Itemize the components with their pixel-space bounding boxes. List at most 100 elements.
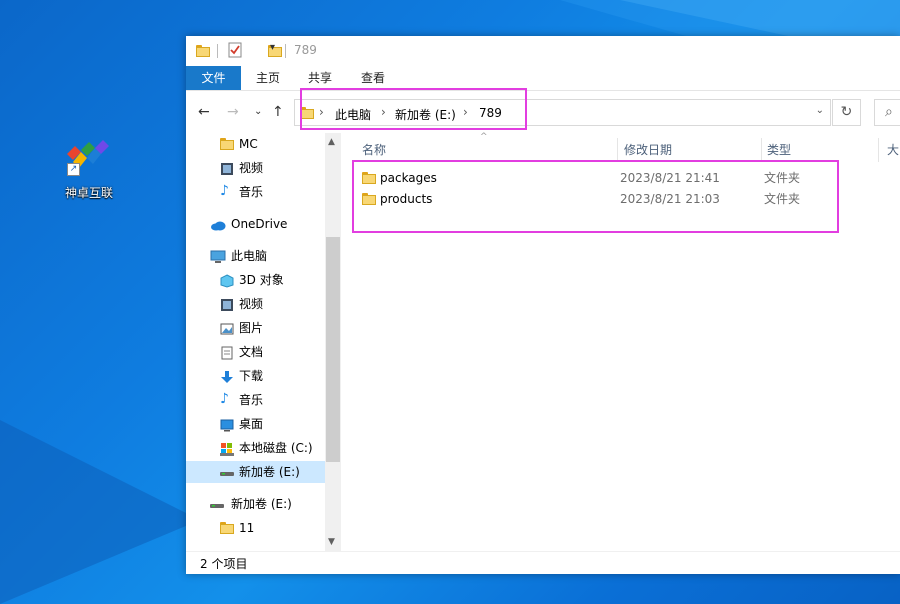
sidebar-item-label: 本地磁盘 (C:) [239,441,313,455]
desktop-icon-label: 神卓互联 [64,186,113,200]
title-bar: ▾ 789 [186,36,900,66]
breadcrumb-chevron-icon[interactable]: › [463,105,468,119]
sidebar-item-label: 视频 [239,297,264,311]
back-arrow-icon[interactable]: ← [198,104,210,120]
navigation-pane: MC 视频 ♪ 音乐 OneDrive 此电脑 3D 对象 视频 图片 文档 下… [186,133,325,548]
sidebar-item-label: 桌面 [239,417,264,431]
desktop-shortcut-shenzhuo[interactable]: ↗ 神卓互联 [52,140,126,201]
sidebar-item-documents[interactable]: 文档 [186,341,325,363]
sidebar-item-label: 音乐 [239,185,264,199]
properties-check-icon[interactable] [228,42,242,58]
sidebar-item-onedrive[interactable]: OneDrive [186,213,325,235]
file-name: products [380,192,433,206]
sidebar-item-videos-2[interactable]: 视频 [186,293,325,315]
folder-icon [300,107,314,119]
breadcrumb-789[interactable]: 789 [479,106,502,120]
toolbar-separator [217,44,218,58]
customize-quick-access-icon[interactable]: ▾ [270,42,275,58]
file-date-modified: 2023/8/21 21:41 [620,171,720,185]
desktop-icon [220,417,234,432]
sidebar-item-3d-objects[interactable]: 3D 对象 [186,269,325,291]
sidebar-item-music-2[interactable]: ♪ 音乐 [186,389,325,411]
sidebar-item-label: MC [239,137,258,151]
sidebar-item-desktop[interactable]: 桌面 [186,413,325,435]
download-icon [220,369,234,383]
sidebar-item-label: 下载 [239,369,264,383]
sidebar-item-label: 图片 [239,321,264,335]
sidebar-item-this-pc[interactable]: 此电脑 [186,245,325,267]
tab-view[interactable]: 查看 [361,66,385,90]
refresh-icon: ↻ [840,104,853,120]
column-divider[interactable] [761,138,762,162]
sidebar-item-new-volume-e-root[interactable]: 新加卷 (E:) [186,493,325,515]
sidebar-item-label: 音乐 [239,393,264,407]
forward-arrow-icon[interactable]: → [227,104,239,120]
recent-locations-chevron-icon[interactable]: ⌄ [254,106,262,117]
sidebar-item-music[interactable]: ♪ 音乐 [186,181,325,203]
search-box[interactable]: ⌕ [874,99,900,126]
sidebar-item-pictures[interactable]: 图片 [186,317,325,339]
sidebar-item-local-disk-c[interactable]: 本地磁盘 (C:) [186,437,325,459]
up-arrow-icon[interactable]: ↑ [272,104,284,120]
video-icon [220,297,234,311]
music-icon: ♪ [220,183,229,199]
scroll-down-arrow-icon[interactable]: ▼ [328,537,335,547]
tab-home[interactable]: 主页 [256,66,280,90]
sidebar-item-label: 新加卷 (E:) [239,465,300,479]
window-title: 789 [294,43,317,57]
breadcrumb-chevron-icon[interactable]: › [381,105,386,119]
documents-icon [220,345,234,360]
sidebar-item-label: 3D 对象 [239,273,284,287]
sort-ascending-icon: ^ [480,132,488,142]
sidebar-item-label: 文档 [239,345,264,359]
sidebar-item-label: OneDrive [231,217,288,231]
breadcrumb-drive-e[interactable]: 新加卷 (E:) [395,106,456,123]
column-divider[interactable] [617,138,618,162]
breadcrumb-chevron-icon[interactable]: › [319,105,324,119]
file-row-packages[interactable]: packages 2023/8/21 21:41 文件夹 [352,168,822,189]
sidebar-item-label: 视频 [239,161,264,175]
folder-icon [362,172,376,184]
folder-icon [220,138,234,152]
file-explorer-window: ▾ 789 文件 主页 共享 查看 ← → ⌄ ↑ › 此电脑 › 新加卷 (E… [186,36,900,574]
folder-icon [196,45,210,57]
sidebar-item-11[interactable]: 11 [186,517,325,539]
sidebar-item-mc[interactable]: MC [186,133,325,155]
drive-icon [210,497,224,511]
address-bar[interactable]: › 此电脑 › 新加卷 (E:) › 789 ⌄ [294,99,831,126]
column-header-type[interactable]: 类型 [767,138,791,162]
sidebar-item-downloads[interactable]: 下载 [186,365,325,387]
drive-icon [220,465,234,479]
sidebar-item-label: 此电脑 [231,249,268,263]
file-type: 文件夹 [764,192,801,206]
scroll-up-arrow-icon[interactable]: ▲ [328,137,335,147]
sidebar-item-videos[interactable]: 视频 [186,157,325,179]
file-date-modified: 2023/8/21 21:03 [620,192,720,206]
column-header-date-modified[interactable]: 修改日期 [624,138,672,162]
file-list: ^ 名称 修改日期 类型 大 packages 2023/8/21 21:41 … [342,132,900,551]
column-header-size[interactable]: 大 [887,138,899,162]
refresh-button[interactable]: ↻ [832,99,861,126]
folder-icon [362,193,376,205]
this-pc-icon [210,249,226,263]
shenzhuo-logo-icon: ↗ [65,140,113,176]
onedrive-cloud-icon [210,217,226,231]
sidebar-item-label: 11 [239,521,255,535]
scrollbar-thumb[interactable] [326,237,340,462]
column-divider[interactable] [878,138,879,162]
item-count: 2 个项目 [200,557,248,571]
folder-icon [220,522,234,536]
ribbon-tabs: 文件 主页 共享 查看 [186,66,900,91]
file-row-products[interactable]: products 2023/8/21 21:03 文件夹 [352,189,822,210]
sidebar-item-new-volume-e[interactable]: 新加卷 (E:) [186,461,325,483]
tab-share[interactable]: 共享 [308,66,332,90]
breadcrumb-this-pc[interactable]: 此电脑 [335,106,371,123]
drive-c-icon [220,441,234,456]
address-dropdown-chevron-icon[interactable]: ⌄ [816,105,824,116]
pictures-icon [220,321,234,335]
navigation-bar: ← → ⌄ ↑ › 此电脑 › 新加卷 (E:) › 789 ⌄ ↻ ⌕ [186,94,900,132]
tab-file[interactable]: 文件 [186,66,241,90]
column-header-name[interactable]: 名称 [362,138,386,162]
navigation-pane-scrollbar[interactable]: ▲ ▼ [325,133,341,551]
search-icon: ⌕ [885,104,893,120]
